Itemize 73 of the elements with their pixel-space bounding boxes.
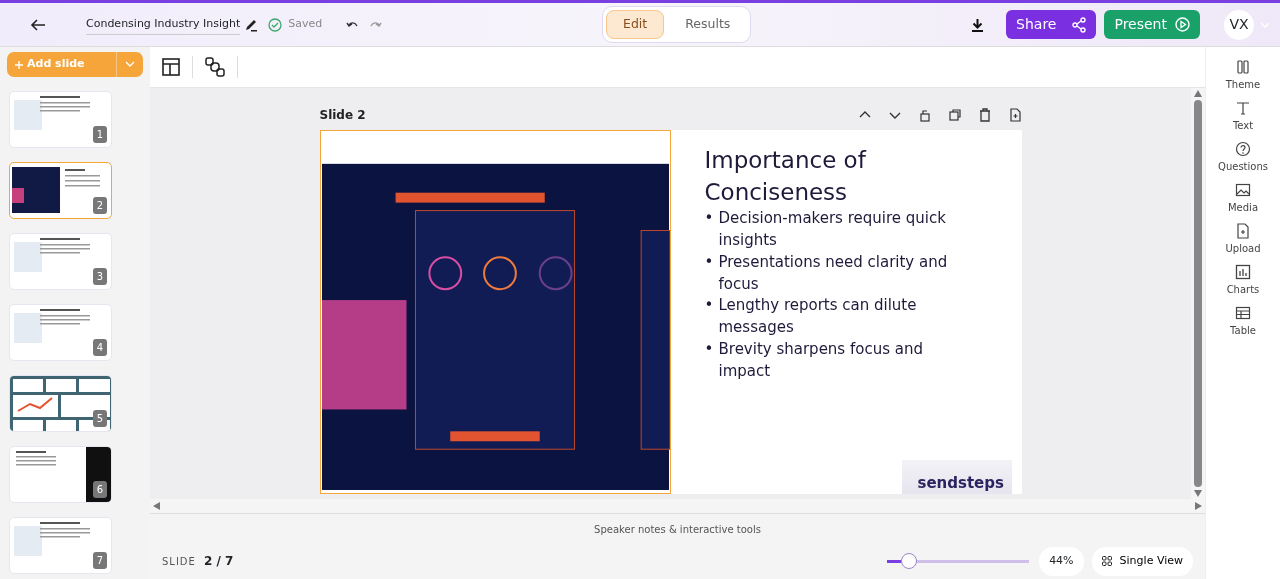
back-arrow-icon[interactable] (30, 18, 46, 31)
slide-number: 7 (92, 552, 107, 569)
columns-icon (1235, 59, 1251, 75)
tool-button[interactable]: Charts (1226, 264, 1260, 297)
mode-tab[interactable]: Results (668, 10, 748, 39)
slide-number: 2 (92, 197, 107, 214)
scrollbar-thumb[interactable] (1194, 100, 1202, 487)
duplicate-icon[interactable] (947, 108, 962, 122)
slide-number: 4 (92, 339, 107, 356)
bullet-icon: • (704, 338, 719, 361)
trash-icon[interactable] (977, 108, 992, 122)
bullet-icon: • (704, 208, 719, 231)
pencil-icon[interactable] (244, 17, 259, 32)
slide-thumbnail[interactable]: 5 (9, 375, 112, 432)
title-field[interactable]: Condensing Industry Insight (86, 13, 241, 36)
single-view-button[interactable]: Single View (1091, 547, 1193, 576)
bullet-text: Lengthy reports can dilute messages (718, 295, 918, 339)
tool-button[interactable]: Theme (1225, 59, 1261, 92)
play-circle-icon (1175, 17, 1190, 32)
bullet-icon: • (704, 295, 719, 318)
slide-image-placeholder[interactable] (319, 130, 671, 494)
undo-icon[interactable] (346, 19, 359, 30)
scroll-down-icon[interactable] (1194, 490, 1202, 497)
bullet-text: Brevity sharpens focus and impact (718, 338, 924, 382)
zoom-slider-thumb[interactable] (901, 553, 918, 570)
logo: sendsteps (901, 460, 1012, 494)
file-plus-icon (1235, 223, 1251, 239)
share-icon (1072, 16, 1087, 33)
slide-number: 1 (92, 126, 107, 143)
image-icon (1235, 182, 1251, 198)
save-status: Saved (288, 16, 323, 33)
check-circle-icon (268, 17, 283, 32)
plus-icon (15, 60, 23, 69)
grid-icon (1101, 556, 1112, 567)
slide-thumbnail[interactable]: 3 (9, 233, 112, 290)
lock-icon[interactable] (917, 108, 932, 122)
slide-thumbnail[interactable]: 1 (9, 91, 112, 148)
slide-label: Slide 2 (319, 107, 366, 124)
download-icon[interactable] (971, 17, 985, 32)
table-icon (1235, 305, 1251, 321)
tool-button[interactable]: Table (1230, 305, 1256, 338)
tool-button[interactable]: Upload (1225, 223, 1261, 256)
slide-number: 3 (92, 268, 107, 285)
redo-icon[interactable] (370, 19, 383, 30)
shapes-icon[interactable] (205, 57, 225, 77)
bullet-icon: • (704, 251, 719, 274)
layout-icon[interactable] (162, 58, 180, 76)
add-page-icon[interactable] (1007, 108, 1022, 122)
chevron-down-icon (125, 61, 135, 68)
slide-thumbnail[interactable]: 2 (9, 162, 112, 219)
bar-chart-icon (1235, 264, 1251, 280)
user-avatar[interactable]: VX (1224, 9, 1254, 40)
slide-thumbnail[interactable]: 4 (9, 304, 112, 361)
text-icon (1235, 100, 1251, 116)
speaker-notes-toggle[interactable]: Speaker notes & interactive tools (594, 514, 761, 547)
bullet-text: Decision-makers require quick insights (718, 208, 947, 252)
bullet-text: Presentations need clarity and focus (718, 251, 949, 295)
share-button[interactable]: Share (1006, 10, 1097, 39)
zoom-reading: 44% (1039, 547, 1084, 576)
scroll-up-icon[interactable] (1194, 90, 1202, 97)
scroll-left-icon[interactable] (153, 502, 160, 510)
slide-thumbnail[interactable]: 6 (9, 446, 112, 503)
present-button[interactable]: Present (1104, 10, 1200, 39)
slide-title: Importance of Conciseness (704, 146, 868, 208)
slide-position: 2 / 7 (203, 553, 234, 571)
tool-button[interactable]: Text (1232, 100, 1254, 133)
tool-button[interactable]: Media (1227, 182, 1258, 215)
scroll-right-icon[interactable] (1195, 502, 1202, 510)
question-icon (1235, 141, 1251, 157)
slide-caption: SLIDE (162, 554, 196, 569)
slide-thumbnail[interactable]: 7 (9, 517, 112, 574)
mode-tab[interactable]: Edit (606, 10, 665, 39)
tool-button[interactable]: Questions (1218, 141, 1268, 174)
